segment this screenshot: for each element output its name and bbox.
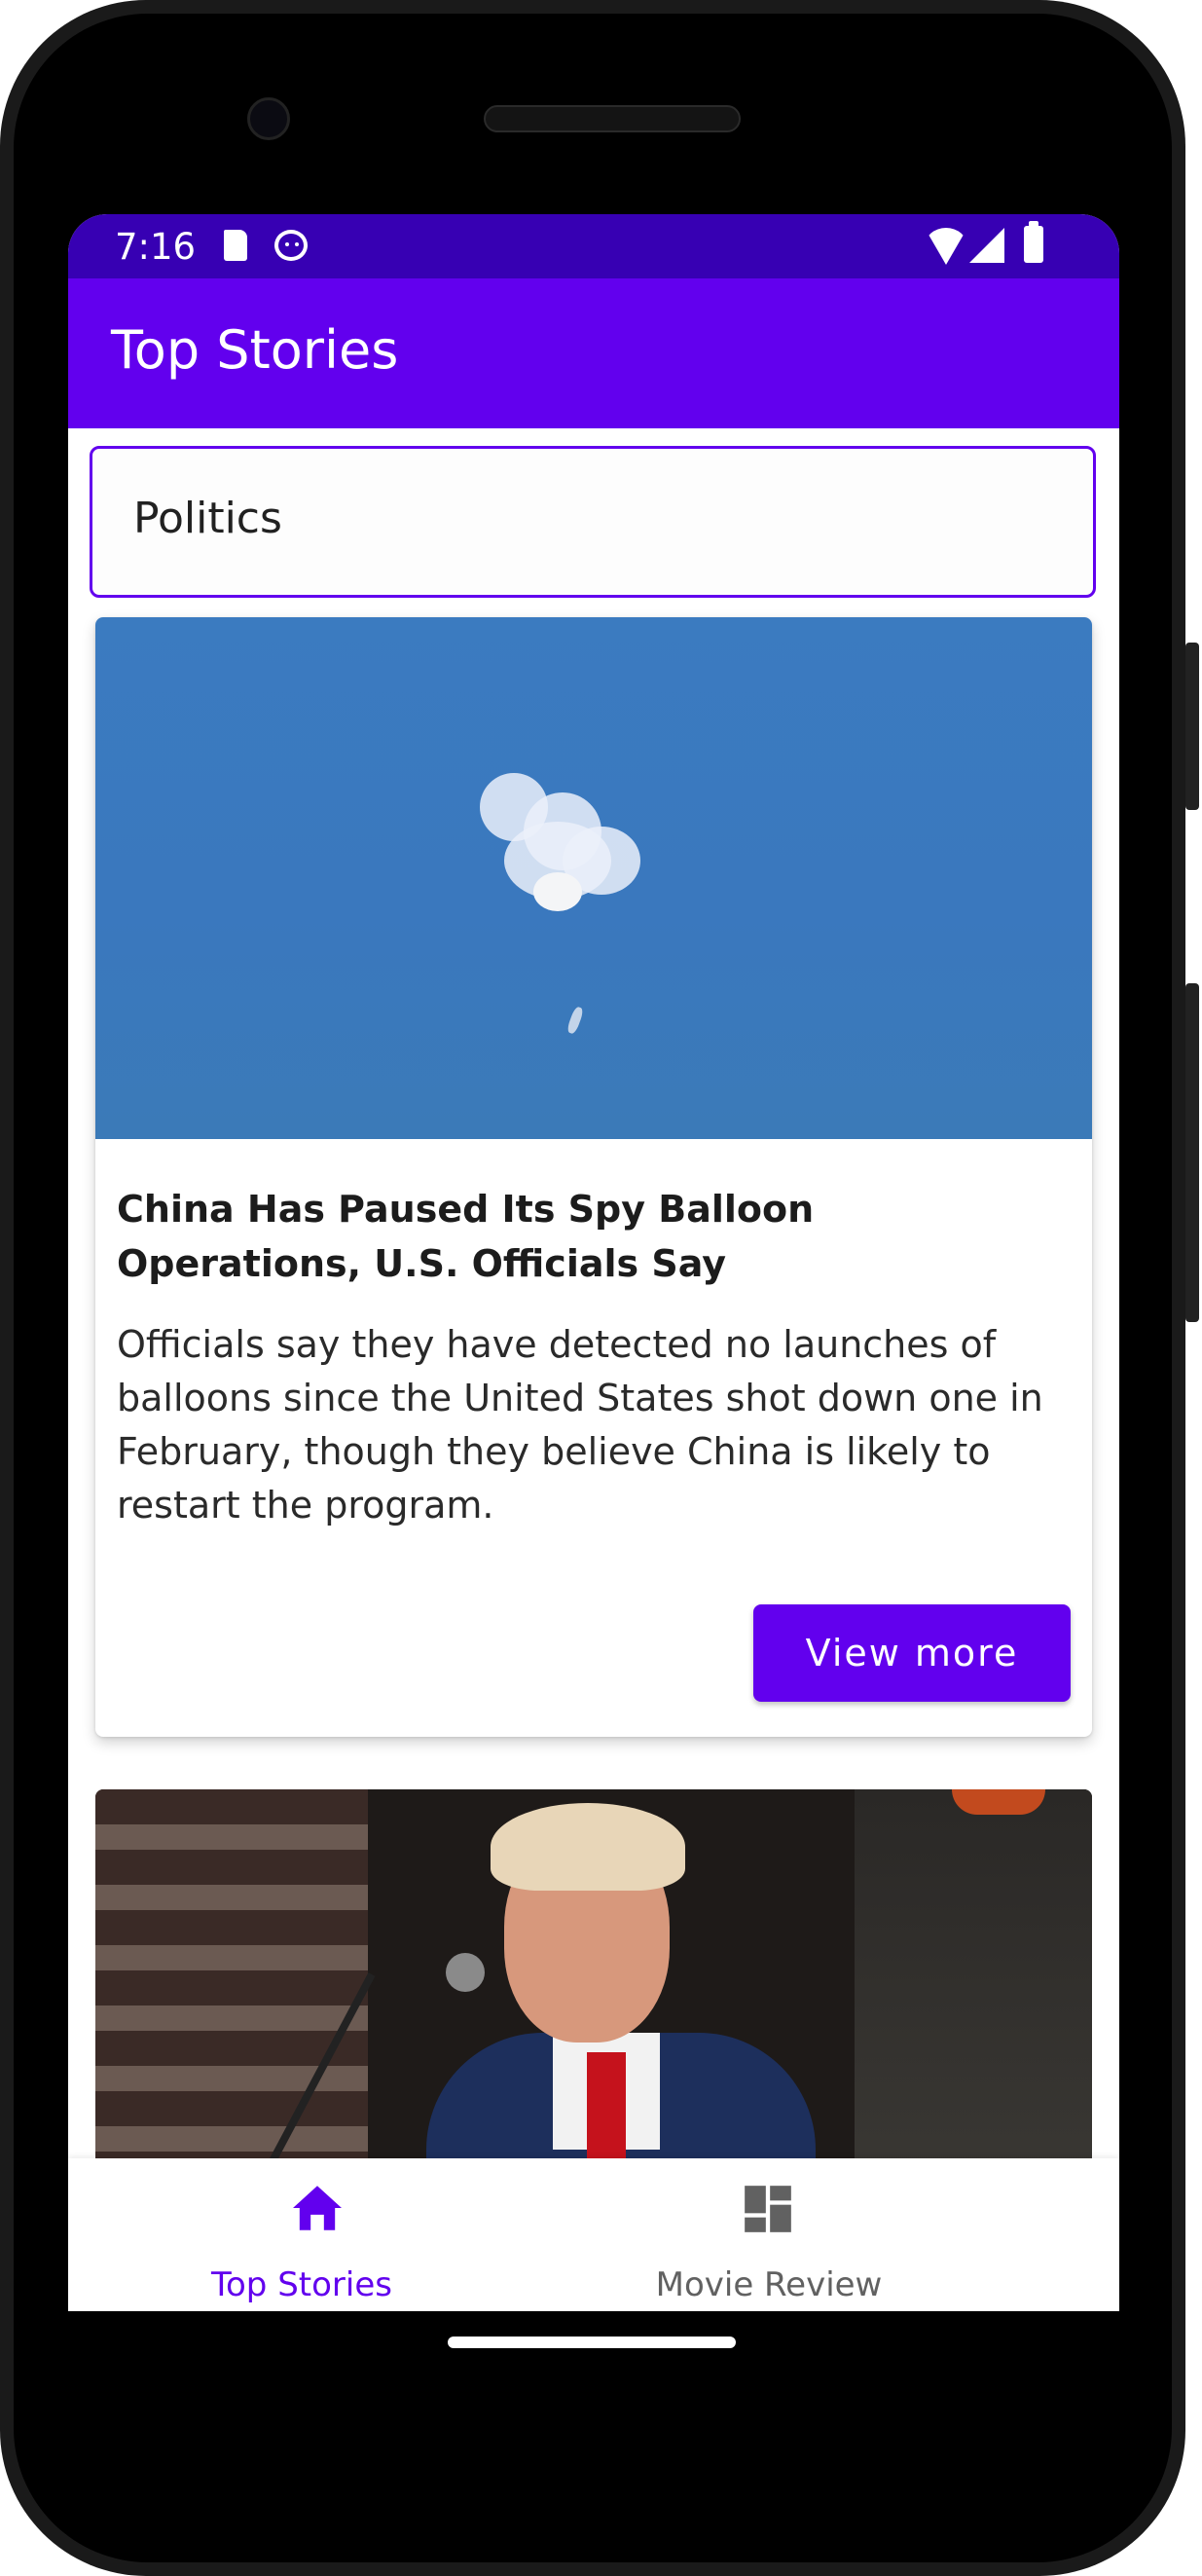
status-time: 7:16 — [115, 226, 197, 268]
story-list[interactable]: Politics China Has Paused Its Spy Balloo… — [68, 428, 1119, 2161]
story-card[interactable]: China Has Paused Its Spy Balloon Operati… — [95, 617, 1092, 1737]
bottom-navigation: Top Stories Movie Review — [68, 2158, 1119, 2311]
app-bar: Top Stories — [68, 278, 1119, 428]
battery-icon — [1024, 221, 1043, 263]
home-icon — [293, 2186, 342, 2230]
category-dropdown[interactable]: Politics — [90, 446, 1096, 598]
microphone — [446, 1953, 485, 1992]
story-abstract: Officials say they have detected no laun… — [117, 1323, 1043, 1527]
category-value: Politics — [133, 494, 282, 543]
earpiece-speaker — [484, 105, 741, 132]
volume-button — [1185, 983, 1199, 1322]
balloon — [533, 872, 582, 911]
nav-item-movie-review[interactable]: Movie Review — [535, 2158, 1002, 2311]
view-more-button[interactable]: View more — [753, 1604, 1071, 1702]
page-title: Top Stories — [111, 319, 399, 381]
front-camera — [247, 97, 290, 140]
story-title: China Has Paused Its Spy Balloon Operati… — [117, 1188, 815, 1285]
nav-label-movie-review: Movie Review — [655, 2265, 883, 2304]
android-debug-icon — [274, 230, 308, 261]
app-screen: 7:16 Top Stories Politics China Has Paus… — [68, 214, 1119, 2311]
sd-card-icon — [224, 230, 247, 261]
dashboard-icon — [745, 2186, 791, 2232]
story-card[interactable] — [95, 1789, 1092, 2161]
home-gesture-bar[interactable] — [448, 2337, 736, 2348]
story-image — [95, 617, 1092, 1139]
status-bar: 7:16 — [68, 214, 1119, 278]
wifi-icon — [925, 228, 967, 265]
cell-signal-icon — [969, 228, 1004, 263]
nav-label-top-stories: Top Stories — [211, 2265, 392, 2304]
power-button — [1185, 643, 1199, 810]
nav-item-top-stories[interactable]: Top Stories — [68, 2158, 594, 2311]
